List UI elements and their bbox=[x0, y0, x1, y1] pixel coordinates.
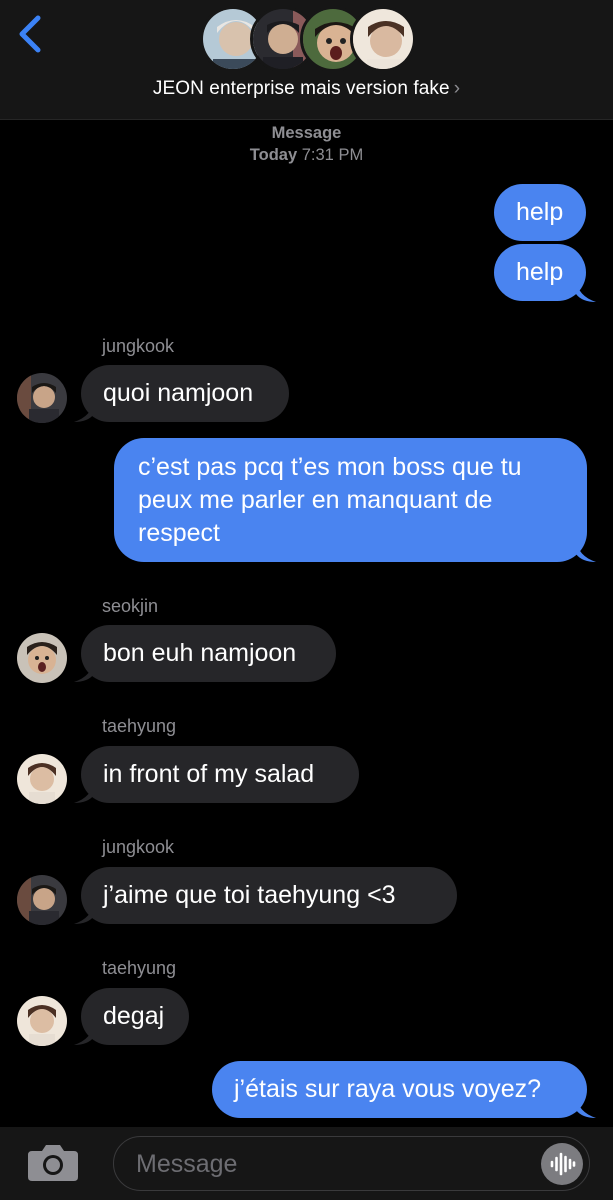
incoming-message[interactable]: bon euh namjoon bbox=[81, 625, 336, 682]
camera-icon bbox=[28, 1145, 78, 1181]
sender-name: jungkook bbox=[102, 837, 175, 857]
incoming-message[interactable]: j’aime que toi taehyung <3 bbox=[81, 867, 457, 924]
timestamp: Today 7:31 PM bbox=[0, 146, 613, 165]
avatar-jungkook-small bbox=[17, 373, 67, 423]
bubble-tail bbox=[74, 781, 94, 803]
conversation-header: JEON enterprise mais version fake › bbox=[0, 0, 613, 120]
avatar-taehyung bbox=[350, 6, 416, 72]
voice-waveform-icon bbox=[550, 1152, 576, 1176]
back-chevron-icon bbox=[19, 15, 41, 53]
bubble-tail bbox=[576, 1096, 596, 1118]
group-name: JEON enterprise mais version fake bbox=[152, 78, 450, 99]
chevron-right-icon: › bbox=[453, 78, 461, 99]
back-button[interactable] bbox=[14, 12, 50, 56]
bubble-tail bbox=[74, 1023, 94, 1045]
composer-bar bbox=[0, 1127, 613, 1200]
bubble-tail bbox=[74, 902, 94, 924]
message-text: j’aime que toi taehyung <3 bbox=[103, 881, 396, 909]
message-input-field[interactable] bbox=[113, 1136, 590, 1191]
avatar-seokjin-small bbox=[17, 633, 67, 683]
message-text: bon euh namjoon bbox=[103, 639, 297, 667]
avatar-jungkook-small bbox=[17, 875, 67, 925]
group-avatars[interactable] bbox=[200, 6, 416, 72]
service-label: Message bbox=[271, 124, 342, 142]
message-text: j’étais sur raya vous voyez? bbox=[234, 1075, 542, 1103]
message-text: degaj bbox=[103, 1002, 165, 1030]
sender-name: taehyung bbox=[102, 716, 177, 736]
message-text: quoi namjoon bbox=[103, 379, 254, 407]
timestamp-day: Today bbox=[249, 146, 298, 164]
message-text: help bbox=[516, 198, 564, 226]
bubble-tail bbox=[74, 400, 94, 422]
messages-screen: JEON enterprise mais version fake › Messa… bbox=[0, 0, 613, 1200]
bubble-tail bbox=[74, 660, 94, 682]
bubble-tail bbox=[576, 540, 596, 562]
voice-message-button[interactable] bbox=[541, 1143, 583, 1185]
timestamp-time: 7:31 PM bbox=[301, 146, 364, 164]
outgoing-message[interactable]: help bbox=[494, 184, 586, 241]
outgoing-message[interactable]: help bbox=[494, 244, 586, 301]
message-text: help bbox=[516, 258, 564, 286]
sender-name: jungkook bbox=[102, 336, 175, 356]
sender-name: taehyung bbox=[102, 958, 177, 978]
incoming-message[interactable]: quoi namjoon bbox=[81, 365, 289, 422]
avatar-taehyung-small bbox=[17, 996, 67, 1046]
message-text: c’est pas pcq t’es mon boss que tu peux … bbox=[138, 453, 522, 547]
sender-name: seokjin bbox=[102, 596, 159, 616]
camera-button[interactable] bbox=[26, 1143, 80, 1183]
outgoing-message[interactable]: c’est pas pcq t’es mon boss que tu peux … bbox=[114, 438, 587, 562]
avatar-taehyung-small bbox=[17, 754, 67, 804]
message-text: in front of my salad bbox=[103, 760, 315, 788]
message-input[interactable] bbox=[136, 1147, 516, 1181]
incoming-message[interactable]: in front of my salad bbox=[81, 746, 359, 803]
incoming-message[interactable]: degaj bbox=[81, 988, 189, 1045]
group-name-button[interactable]: JEON enterprise mais version fake › bbox=[0, 78, 613, 100]
bubble-tail bbox=[576, 280, 596, 302]
outgoing-message[interactable]: j’étais sur raya vous voyez? bbox=[212, 1061, 587, 1118]
